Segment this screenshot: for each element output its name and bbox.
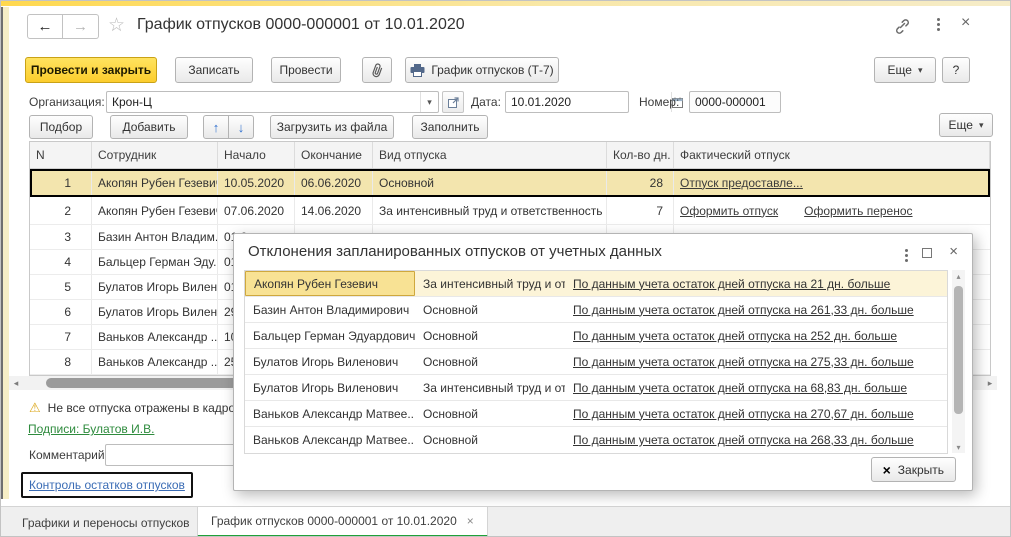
dialog-maximize-icon[interactable] (922, 248, 932, 258)
deviation-row[interactable]: Акопян Рубен Гезевич За интенсивный труд… (245, 271, 947, 297)
deviation-note-link[interactable]: По данным учета остаток дней отпуска на … (573, 433, 914, 447)
col-header-actual[interactable]: Фактический отпуск (674, 142, 990, 168)
scroll-left-icon[interactable]: ◂ (9, 376, 23, 390)
dialog-title: Отклонения запланированных отпусков от у… (248, 243, 662, 260)
help-button[interactable]: ? (942, 57, 970, 83)
pick-button[interactable]: Подбор (29, 115, 93, 139)
dialog-close-button[interactable]: × Закрыть (871, 457, 956, 482)
document-window: ← → ☆ График отпусков 0000-000001 от 10.… (0, 0, 1011, 537)
close-x-icon: × (883, 462, 891, 478)
command-more-button[interactable]: Еще ▾ (874, 57, 936, 83)
deviation-note-link[interactable]: По данным учета остаток дней отпуска на … (573, 277, 890, 291)
comment-label: Комментарий: (29, 448, 108, 462)
close-window-icon[interactable]: × (961, 14, 970, 32)
organization-open-button[interactable] (442, 91, 464, 113)
deviation-note-link[interactable]: По данным учета остаток дней отпуска на … (573, 303, 914, 317)
get-link-icon[interactable] (894, 19, 911, 34)
back-icon: ← (38, 18, 53, 35)
favorite-star-icon[interactable]: ☆ (108, 14, 125, 37)
move-down-button[interactable]: ↓ (228, 115, 254, 139)
post-and-close-button[interactable]: Провести и закрыть (25, 57, 157, 83)
forward-icon: → (73, 18, 88, 35)
tab-vacation-schedule-document[interactable]: График отпусков 0000-000001 от 10.01.202… (197, 507, 488, 537)
vacation-granted-link[interactable]: Отпуск предоставле... (680, 176, 803, 190)
scroll-right-icon[interactable]: ▸ (983, 376, 997, 390)
page-title: График отпусков 0000-000001 от 10.01.202… (137, 16, 465, 34)
date-label: Дата: (471, 95, 501, 109)
dialog-menu-icon[interactable] (905, 247, 908, 264)
tab-vacation-schedules-list[interactable]: Графики и переносы отпусков × (9, 507, 221, 537)
col-header-n[interactable]: N (30, 142, 92, 168)
deviation-row[interactable]: Ваньков Александр Матвее... Основной По … (245, 427, 947, 453)
deviation-row[interactable]: Булатов Игорь Виленович Основной По данн… (245, 349, 947, 375)
dialog-vertical-scrollbar[interactable]: ▴ ▾ (952, 270, 965, 453)
vacation-balance-control[interactable]: Контроль остатков отпусков (21, 472, 193, 498)
fill-button[interactable]: Заполнить (412, 115, 488, 139)
post-button[interactable]: Провести (271, 57, 341, 83)
attachments-button[interactable] (362, 57, 392, 83)
table-header-row: N Сотрудник Начало Окончание Вид отпуска… (30, 142, 990, 169)
write-button[interactable]: Записать (175, 57, 253, 83)
deviation-note-link[interactable]: По данным учета остаток дней отпуска на … (573, 407, 914, 421)
print-t7-button[interactable]: График отпусков (Т-7) (405, 57, 559, 83)
forward-button[interactable]: → (63, 14, 99, 39)
scroll-up-icon[interactable]: ▴ (952, 270, 965, 282)
col-header-start[interactable]: Начало (218, 142, 295, 168)
history-nav: ← → (27, 14, 99, 39)
table-row[interactable]: 2 Акопян Рубен Гезевич 07.06.2020 14.06.… (30, 197, 990, 225)
col-header-days[interactable]: Кол-во дн. (607, 142, 674, 168)
organization-field: ▾ (106, 91, 439, 113)
deviation-note-link[interactable]: По данным учета остаток дней отпуска на … (573, 381, 907, 395)
col-header-employee[interactable]: Сотрудник (92, 142, 218, 168)
number-label: Номер: (639, 95, 679, 109)
organization-input[interactable] (107, 92, 420, 112)
deviations-table: Акопян Рубен Гезевич За интенсивный труд… (244, 270, 948, 454)
list-more-button[interactable]: Еще ▾ (939, 113, 993, 137)
window-menu-icon[interactable] (937, 16, 940, 33)
warning-message: ⚠ Не все отпуска отражены в кадро (29, 400, 233, 416)
chevron-down-icon: ▾ (979, 120, 984, 131)
signatures-link[interactable]: Подписи: Булатов И.В. (28, 422, 154, 436)
load-from-file-button[interactable]: Загрузить из файла (270, 115, 394, 139)
deviation-row[interactable]: Ваньков Александр Матвее... Основной По … (245, 401, 947, 427)
arrow-up-icon: ↑ (213, 120, 220, 135)
open-windows-tabbar: Графики и переносы отпусков × График отп… (1, 506, 1010, 537)
scroll-down-icon[interactable]: ▾ (952, 441, 965, 453)
make-vacation-link[interactable]: Оформить отпуск (680, 204, 778, 218)
deviations-dialog: Отклонения запланированных отпусков от у… (233, 233, 973, 491)
col-header-type[interactable]: Вид отпуска (373, 142, 607, 168)
arrow-down-icon: ↓ (238, 120, 245, 135)
make-transfer-link[interactable]: Оформить перенос (804, 204, 912, 218)
deviation-row[interactable]: Булатов Игорь Виленович За интенсивный т… (245, 375, 947, 401)
deviation-row[interactable]: Базин Антон Владимирович Основной По дан… (245, 297, 947, 323)
deviation-row[interactable]: Бальцер Герман Эдуардович Основной По да… (245, 323, 947, 349)
paperclip-icon (369, 61, 385, 79)
window-top-accent (1, 1, 1010, 6)
col-header-end[interactable]: Окончание (295, 142, 373, 168)
number-input[interactable] (689, 91, 781, 113)
table-row[interactable]: 1 Акопян Рубен Гезевич 10.05.2020 06.06.… (30, 169, 990, 197)
organization-label: Организация: (29, 95, 105, 109)
warning-icon: ⚠ (29, 400, 41, 416)
chevron-down-icon: ▾ (918, 65, 923, 76)
move-up-button[interactable]: ↑ (203, 115, 229, 139)
vertical-scroll-thumb[interactable] (954, 286, 963, 414)
printer-icon (410, 64, 425, 77)
open-link-icon (448, 97, 459, 108)
organization-dropdown-icon[interactable]: ▾ (420, 92, 438, 112)
deviation-note-link[interactable]: По данным учета остаток дней отпуска на … (573, 355, 914, 369)
deviation-note-link[interactable]: По данным учета остаток дней отпуска на … (573, 329, 897, 343)
close-tab-icon[interactable]: × (467, 514, 474, 528)
date-field (505, 91, 629, 113)
add-button[interactable]: Добавить (110, 115, 188, 139)
dialog-close-icon[interactable]: × (949, 243, 958, 260)
back-button[interactable]: ← (27, 14, 63, 39)
window-left-accent (3, 7, 9, 499)
